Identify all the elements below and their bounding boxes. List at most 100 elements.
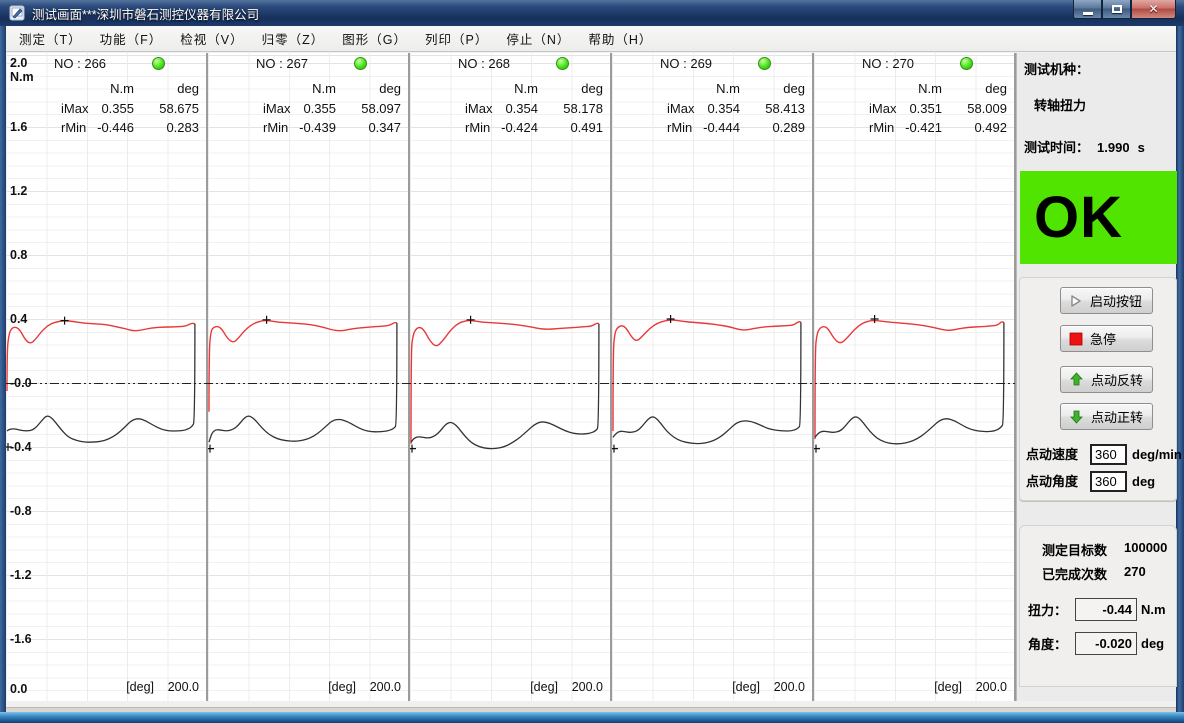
test-panel: NO : 268 N.mdeg iMax0.35458.178 rMin-0.4… — [410, 53, 612, 701]
imax-deg-value: 58.097 — [339, 101, 401, 116]
window-frame-right — [1176, 26, 1184, 712]
imax-nm-value: 0.351 — [872, 101, 942, 116]
test-time-row: 测试时间：1.990s — [1024, 137, 1145, 156]
jog-speed-input[interactable] — [1090, 444, 1127, 465]
x-axis-unit-label: [deg] — [126, 680, 154, 694]
torque-unit: N.m — [1141, 602, 1166, 617]
unit-deg-header: deg — [137, 81, 199, 96]
close-button[interactable]: ✕ — [1131, 0, 1176, 19]
imax-deg-value: 58.178 — [541, 101, 603, 116]
start-button-label: 启动按钮 — [1090, 291, 1142, 310]
unit-nm-header: N.m — [468, 81, 538, 96]
x-axis-end-label: 200.0 — [168, 680, 199, 694]
jog-angle-row: 点动角度deg — [1026, 471, 1176, 493]
start-button[interactable]: 启动按钮 — [1060, 287, 1153, 314]
y-axis-tick-label: -0.4 — [10, 440, 32, 454]
x-axis-unit-label: [deg] — [732, 680, 760, 694]
torque-curve-plot — [208, 53, 410, 701]
panel-no-label: NO : 269 — [660, 56, 712, 71]
rmin-nm-value: -0.446 — [64, 120, 134, 135]
minimize-button[interactable] — [1073, 0, 1102, 19]
menu-item-print[interactable]: 列印（P） — [416, 25, 497, 52]
test-panel: NO : 269 N.mdeg iMax0.35458.413 rMin-0.4… — [612, 53, 814, 701]
imax-nm-value: 0.354 — [670, 101, 740, 116]
jog-angle-label: 点动角度 — [1026, 471, 1090, 490]
stop-icon — [1069, 332, 1083, 346]
x-axis-end-label: 200.0 — [572, 680, 603, 694]
machine-type-value: 转轴扭力 — [1034, 95, 1086, 114]
test-time-label: 测试时间： — [1024, 140, 1089, 155]
rmin-nm-value: -0.424 — [468, 120, 538, 135]
unit-nm-header: N.m — [266, 81, 336, 96]
x-axis-unit-label: [deg] — [530, 680, 558, 694]
target-count-label: 测定目标数 — [1042, 540, 1107, 559]
window-frame-bottom — [0, 712, 1184, 723]
imax-deg-value: 58.009 — [945, 101, 1007, 116]
imax-nm-value: 0.355 — [266, 101, 336, 116]
torque-curve-plot — [814, 53, 1016, 701]
app-icon — [9, 5, 26, 21]
menu-item-function[interactable]: 功能（F） — [91, 25, 172, 52]
rmin-deg-value: 0.289 — [743, 120, 805, 135]
menu-item-help[interactable]: 帮助（H） — [579, 25, 661, 52]
minimize-icon — [1083, 12, 1093, 15]
y-axis-unit-label: N.m — [10, 70, 34, 84]
menu-item-measure[interactable]: 测定（T） — [10, 25, 91, 52]
result-indicator: OK — [1020, 171, 1177, 264]
angle-label: 角度： — [1028, 634, 1075, 653]
unit-nm-header: N.m — [670, 81, 740, 96]
menu-item-view[interactable]: 检视（V） — [171, 25, 252, 52]
x-axis-unit-label: [deg] — [934, 680, 962, 694]
panel-no-label: NO : 267 — [256, 56, 308, 71]
jog-forward-label: 点动正转 — [1091, 407, 1143, 426]
y-axis-tick-label: 0.8 — [10, 248, 27, 262]
rmin-deg-value: 0.492 — [945, 120, 1007, 135]
window-controls: ✕ — [1073, 0, 1176, 19]
menu-item-graph[interactable]: 图形（G） — [333, 25, 416, 52]
rmin-deg-value: 0.347 — [339, 120, 401, 135]
menu-bar: 测定（T） 功能（F） 检视（V） 归零（Z） 图形（G） 列印（P） 停止（N… — [6, 26, 1176, 52]
rmin-nm-value: -0.444 — [670, 120, 740, 135]
y-axis-tick-label: 1.2 — [10, 184, 27, 198]
status-led-icon — [354, 57, 367, 70]
unit-deg-header: deg — [945, 81, 1007, 96]
jog-speed-label: 点动速度 — [1026, 444, 1090, 463]
status-led-icon — [960, 57, 973, 70]
jog-angle-input[interactable] — [1090, 471, 1127, 492]
target-count-value: 100000 — [1124, 540, 1167, 555]
imax-deg-value: 58.675 — [137, 101, 199, 116]
unit-nm-header: N.m — [64, 81, 134, 96]
torque-curve-plot — [612, 53, 814, 701]
imax-nm-value: 0.354 — [468, 101, 538, 116]
app-window: 测试画面***深圳市磐石测控仪器有限公司 ✕ 测定（T） 功能（F） 检视（V）… — [0, 0, 1184, 723]
status-led-icon — [758, 57, 771, 70]
sidebar: 测试机种： 转轴扭力 测试时间：1.990s OK 启动按钮 急停 — [1016, 53, 1176, 701]
maximize-button[interactable] — [1102, 0, 1131, 19]
emergency-stop-button[interactable]: 急停 — [1060, 325, 1153, 352]
maximize-icon — [1112, 5, 1122, 13]
imax-nm-value: 0.355 — [64, 101, 134, 116]
jog-reverse-button[interactable]: 点动反转 — [1060, 366, 1153, 393]
x-axis-unit-label: [deg] — [328, 680, 356, 694]
angle-value-display: -0.020 — [1075, 632, 1137, 655]
unit-deg-header: deg — [541, 81, 603, 96]
stop-button-label: 急停 — [1090, 329, 1116, 348]
angle-readout-row: 角度：-0.020deg — [1028, 632, 1164, 655]
menu-item-zero[interactable]: 归零（Z） — [253, 25, 334, 52]
y-axis-tick-label: -0.8 — [10, 504, 32, 518]
arrow-down-icon — [1069, 409, 1084, 424]
torque-curve-plot — [6, 53, 208, 701]
torque-curve-plot — [410, 53, 612, 701]
x-axis-end-label: 200.0 — [976, 680, 1007, 694]
y-axis-tick-label: 2.0 — [10, 56, 27, 70]
rmin-deg-value: 0.283 — [137, 120, 199, 135]
panel-no-label: NO : 268 — [458, 56, 510, 71]
jog-forward-button[interactable]: 点动正转 — [1060, 403, 1153, 430]
y-axis-tick-label: -1.6 — [10, 632, 32, 646]
window-title: 测试画面***深圳市磐石测控仪器有限公司 — [32, 4, 259, 23]
menu-item-stop[interactable]: 停止（N） — [497, 25, 579, 52]
imax-deg-value: 58.413 — [743, 101, 805, 116]
play-icon — [1069, 294, 1083, 308]
title-bar: 测试画面***深圳市磐石测控仪器有限公司 ✕ — [0, 0, 1184, 26]
panel-no-label: NO : 270 — [862, 56, 914, 71]
